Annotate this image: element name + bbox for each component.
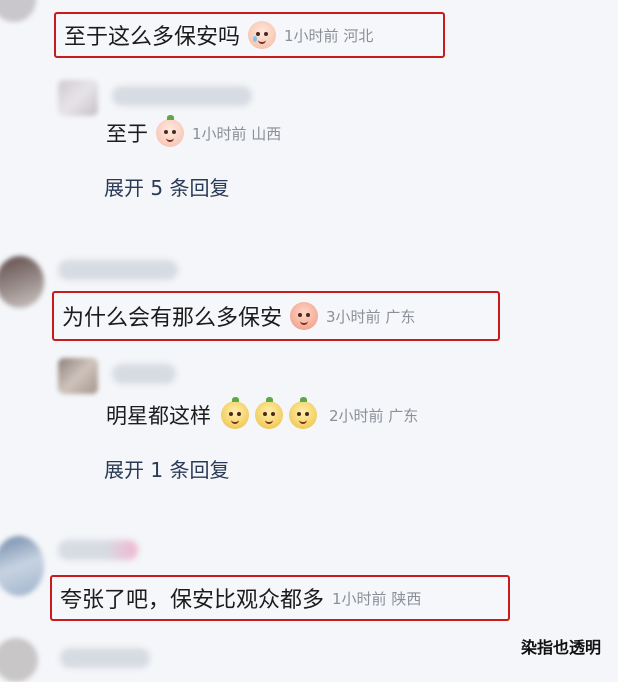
comment-2-highlight: 为什么会有那么多保安 3小时前 广东 <box>52 291 500 341</box>
reply-username[interactable] <box>112 86 252 106</box>
reply-avatar[interactable] <box>58 80 98 116</box>
reply-row: 明星都这样 2小时前 广东 <box>106 397 419 430</box>
username[interactable] <box>58 260 178 280</box>
reply-row: 至于 1小时前 山西 <box>106 115 282 148</box>
avatar[interactable] <box>0 536 44 596</box>
avatar[interactable] <box>0 0 36 22</box>
username[interactable] <box>58 540 138 560</box>
laughing-face-icon <box>289 397 317 429</box>
reply-text: 明星都这样 <box>106 404 211 428</box>
watermark: 染指也透明 <box>521 638 602 657</box>
comment-meta: 1小时前 河北 <box>284 26 374 45</box>
reply-meta: 2小时前 广东 <box>329 406 419 425</box>
reply-avatar[interactable] <box>58 358 98 394</box>
expand-replies-button[interactable]: 展开 1 条回复 <box>104 454 229 483</box>
comment-text: 夸张了吧，保安比观众都多 <box>60 588 325 613</box>
laughing-face-icon <box>255 397 283 429</box>
shy-face-icon <box>156 115 184 147</box>
reply-text: 至于 <box>106 122 148 146</box>
comment-3-highlight: 夸张了吧，保安比观众都多 1小时前 陕西 <box>50 575 510 621</box>
angry-face-icon <box>290 302 319 330</box>
laughing-face-icon <box>221 397 249 429</box>
avatar[interactable] <box>0 256 44 308</box>
comment-text: 至于这么多保安吗 <box>64 25 241 50</box>
expand-replies-button[interactable]: 展开 5 条回复 <box>104 172 229 201</box>
comment-meta: 3小时前 广东 <box>326 307 416 326</box>
reply-meta: 1小时前 山西 <box>192 124 282 143</box>
comment-1-highlight: 至于这么多保安吗 1小时前 河北 <box>54 12 445 58</box>
comment-text: 为什么会有那么多保安 <box>62 306 283 331</box>
crying-face-icon <box>248 21 277 49</box>
avatar[interactable] <box>0 638 38 682</box>
comment-meta: 1小时前 陕西 <box>332 589 422 608</box>
reply-username[interactable] <box>112 364 176 384</box>
username[interactable] <box>60 648 150 668</box>
